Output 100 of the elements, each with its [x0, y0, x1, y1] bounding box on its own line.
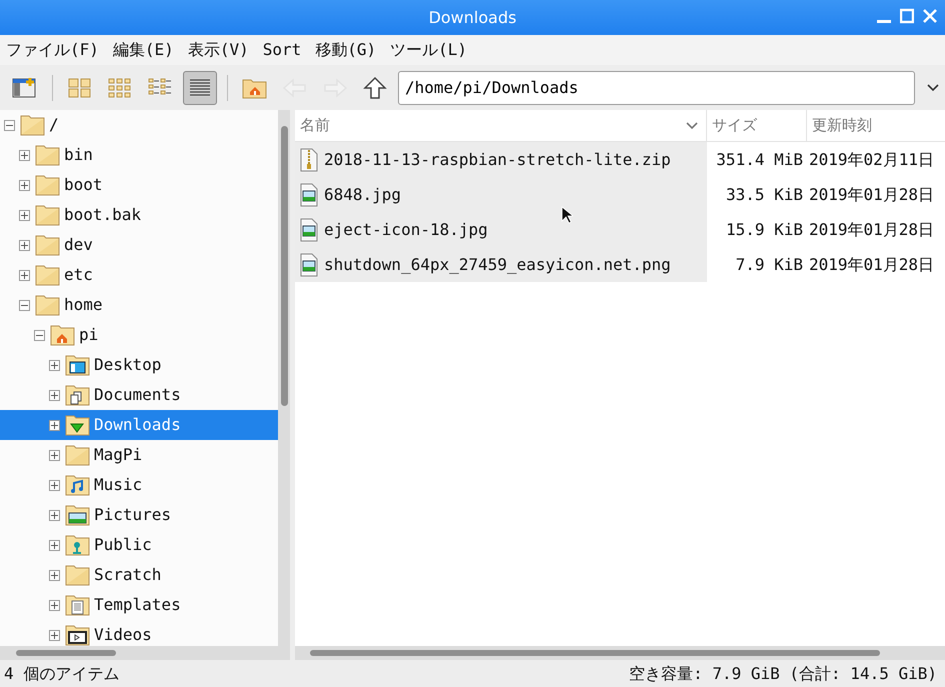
folder-icon [35, 174, 60, 196]
tree-item[interactable]: Videos [0, 620, 278, 646]
menu-item[interactable]: ツール(L) [390, 35, 468, 65]
tree-item[interactable]: Documents [0, 380, 278, 410]
tree-item[interactable]: boot [0, 170, 278, 200]
tree-item[interactable]: Desktop [0, 350, 278, 380]
image-file-icon [300, 182, 318, 206]
table-cell: shutdown_64px_27459_easyicon.net.png [295, 247, 707, 282]
tree-item-label: boot [64, 174, 103, 196]
templates-folder-icon [65, 594, 90, 616]
tree-item-label: Downloads [94, 414, 181, 436]
collapse-icon[interactable] [19, 300, 30, 310]
menu-item[interactable]: 編集(E) [112, 35, 174, 65]
free-space: 空き容量: 7.9 GiB (合計: 14.5 GiB) [629, 662, 937, 684]
menu-item[interactable]: Sort [262, 35, 302, 65]
item-count: 4 個のアイテム [4, 662, 120, 684]
table-cell-text: 2019年01月28日 [808, 218, 936, 240]
close-icon[interactable] [923, 8, 937, 24]
expand-icon[interactable] [19, 210, 30, 220]
dropdown-caret-icon[interactable] [927, 84, 939, 92]
column-header[interactable]: 名前 [295, 110, 707, 141]
table-cell-text: 15.9 KiB [724, 218, 804, 240]
table-cell-text: 7.9 KiB [734, 254, 804, 276]
expand-icon[interactable] [49, 390, 60, 400]
tree-item[interactable]: Public [0, 530, 278, 560]
menu-item[interactable]: ファイル(F) [6, 35, 99, 65]
table-cell-text: 2019年02月11日 [808, 148, 936, 170]
download-folder-icon [65, 414, 90, 436]
expand-icon[interactable] [19, 240, 30, 250]
expand-icon[interactable] [49, 570, 60, 580]
image-file-icon [300, 252, 318, 276]
icons-view-icon [68, 76, 92, 98]
menu-item[interactable]: 移動(G) [315, 35, 376, 65]
tree-item-label: Music [94, 474, 142, 496]
tree-item[interactable]: Scratch [0, 560, 278, 590]
folder-icon [20, 114, 45, 136]
expand-icon[interactable] [49, 600, 60, 610]
maximize-icon[interactable] [900, 8, 914, 24]
tree-item[interactable]: Music [0, 470, 278, 500]
folder-icon [35, 264, 60, 286]
column-header[interactable]: 更新時刻 [807, 110, 945, 141]
expand-icon[interactable] [49, 420, 60, 430]
tree-item-label: MagPi [94, 444, 142, 466]
expand-icon[interactable] [49, 480, 60, 490]
image-file-icon [300, 218, 318, 242]
table-cell-text: 2019年01月28日 [808, 254, 936, 276]
tree-item-label: boot.bak [64, 204, 142, 226]
home-folder-icon [50, 324, 75, 346]
tree-item[interactable]: MagPi [0, 440, 278, 470]
tree-item-label: Pictures [94, 504, 172, 526]
folder-icon [65, 564, 90, 586]
table-cell-text: 33.5 KiB [724, 184, 804, 206]
collapse-icon[interactable] [34, 330, 45, 340]
music-folder-icon [65, 474, 90, 496]
archive-file-icon [300, 148, 318, 172]
tree-item-label: Desktop [94, 354, 162, 376]
tree-item[interactable]: pi [0, 320, 278, 350]
expand-icon[interactable] [49, 360, 60, 370]
tree-item[interactable]: etc [0, 260, 278, 290]
folder-icon [65, 444, 90, 466]
tree-item-label: Public [94, 534, 152, 556]
tree-item[interactable]: home [0, 290, 278, 320]
pictures-folder-icon [65, 504, 90, 526]
table-cell-text: 2019年01月28日 [808, 184, 936, 206]
sort-caret-icon [686, 122, 698, 130]
table-cell: eject-icon-18.jpg [295, 212, 707, 247]
tree-item[interactable]: dev [0, 230, 278, 260]
path-field[interactable]: /home/pi/Downloads [398, 70, 915, 104]
tree-item-label: Videos [94, 624, 152, 646]
table-cell: 2018-11-13-raspbian-stretch-lite.zip [295, 142, 707, 177]
tree-item-label: bin [64, 144, 93, 166]
expand-icon[interactable] [19, 150, 30, 160]
tree-item-label: pi [79, 324, 98, 346]
documents-folder-icon [65, 384, 90, 406]
folder-icon [35, 294, 60, 316]
tree-item-label: home [64, 294, 103, 316]
expand-icon[interactable] [49, 450, 60, 460]
folder-icon [35, 144, 60, 166]
videos-folder-icon [65, 624, 90, 646]
tree-item-label: / [49, 114, 59, 136]
expand-icon[interactable] [19, 270, 30, 280]
expand-icon[interactable] [49, 630, 60, 640]
tree-item[interactable]: Downloads [0, 410, 278, 440]
tree-item-label: Templates [94, 594, 181, 616]
tree-item-label: etc [64, 264, 93, 286]
expand-icon[interactable] [49, 510, 60, 520]
thumbnails-view-icon [108, 76, 132, 98]
tree-item[interactable]: boot.bak [0, 200, 278, 230]
collapse-icon[interactable] [4, 120, 15, 130]
tree-item[interactable]: Templates [0, 590, 278, 620]
menu-item[interactable]: 表示(V) [188, 35, 249, 65]
column-header[interactable]: サイズ [707, 110, 807, 141]
tree-item[interactable]: bin [0, 140, 278, 170]
expand-icon[interactable] [19, 180, 30, 190]
public-folder-icon [65, 534, 90, 556]
tree-item[interactable]: / [0, 110, 278, 140]
tree-item[interactable]: Pictures [0, 500, 278, 530]
tree-item-label: dev [64, 234, 93, 256]
expand-icon[interactable] [49, 540, 60, 550]
details-view-button[interactable] [183, 70, 217, 104]
